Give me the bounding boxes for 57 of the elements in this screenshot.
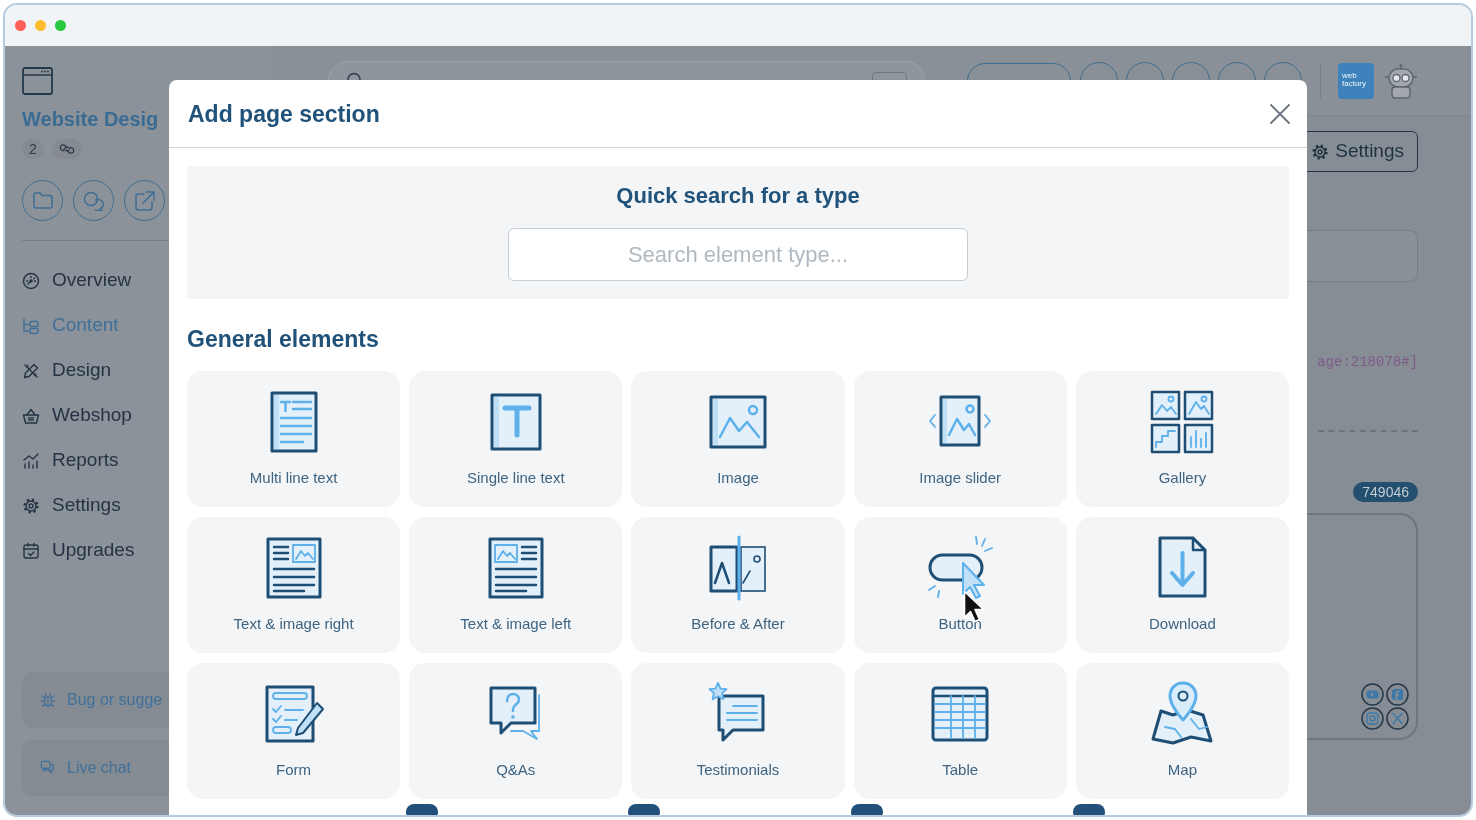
element-type-tile[interactable]: Text & image right xyxy=(187,517,401,653)
camera-icon[interactable] xyxy=(1361,707,1384,730)
element-type-tile[interactable]: Image xyxy=(631,371,845,507)
count-badge xyxy=(628,804,661,815)
folder-icon xyxy=(32,192,53,209)
search-field[interactable]: Search element type... xyxy=(508,228,968,281)
hierarchy-icon xyxy=(22,316,40,335)
count-badge xyxy=(850,804,883,815)
pencil-ruler-icon xyxy=(22,361,40,380)
nav-link[interactable]: Settings xyxy=(22,483,121,528)
element-type-tile[interactable]: Map xyxy=(1075,663,1289,799)
chart-icon xyxy=(22,451,40,470)
link-icon xyxy=(59,143,75,155)
calendar-check-icon xyxy=(22,541,40,560)
close-button[interactable] xyxy=(1270,103,1290,124)
element-type-tile[interactable]: Testimonials xyxy=(631,663,845,799)
settings-icon xyxy=(1311,142,1330,161)
element-type-tile[interactable]: Image slider xyxy=(853,371,1067,507)
browser-window-icon xyxy=(22,67,53,95)
panel-title: Quick search for a type xyxy=(616,184,860,208)
count-badge: 2 xyxy=(22,139,44,159)
modal-title: Add page section xyxy=(188,99,380,128)
count-badge xyxy=(1072,804,1105,815)
id-badge: 749046 xyxy=(1353,482,1418,502)
site-name: Website Desig xyxy=(22,107,159,132)
link-button[interactable] xyxy=(52,139,82,159)
basket-icon xyxy=(22,406,40,425)
element-type-tile[interactable]: Single line text xyxy=(409,371,623,507)
play-icon[interactable] xyxy=(1361,683,1384,706)
chat-bubbles-icon xyxy=(40,759,56,777)
element-type-tile[interactable]: Button xyxy=(853,517,1067,653)
x-icon[interactable] xyxy=(1386,707,1409,730)
settings-icon xyxy=(22,496,40,515)
external-link-icon xyxy=(134,190,155,211)
maximize-window-button[interactable] xyxy=(55,20,66,31)
element-type-tile[interactable]: Table xyxy=(853,663,1067,799)
element-type-tile[interactable]: Before & After xyxy=(631,517,845,653)
element-type-tile[interactable]: Multi line text xyxy=(187,371,401,507)
dashboard-icon xyxy=(22,271,40,290)
count-badge xyxy=(406,804,439,815)
element-type-tile[interactable]: Download xyxy=(1075,517,1289,653)
nav-link[interactable]: Reports xyxy=(22,438,119,483)
logo[interactable]: web factory xyxy=(1338,62,1374,99)
nav-link[interactable]: Overview xyxy=(22,258,132,303)
element-type-tile[interactable]: Gallery xyxy=(1075,371,1289,507)
element-type-tile[interactable]: Form xyxy=(187,663,401,799)
robot-avatar-icon[interactable] xyxy=(1384,62,1418,99)
bug-icon xyxy=(40,691,56,709)
element-type-tile[interactable]: Text & image left xyxy=(409,517,623,653)
close-window-button[interactable] xyxy=(15,20,26,31)
chat-bubbles-icon xyxy=(82,190,105,211)
nav-link[interactable]: Upgrades xyxy=(22,528,135,573)
section-heading: General elements xyxy=(187,327,379,351)
close-icon xyxy=(1270,103,1290,124)
element-type-tile[interactable]: Q&As xyxy=(409,663,623,799)
nav-link[interactable]: Webshop xyxy=(22,393,132,438)
nav-link[interactable]: Design xyxy=(22,348,112,393)
